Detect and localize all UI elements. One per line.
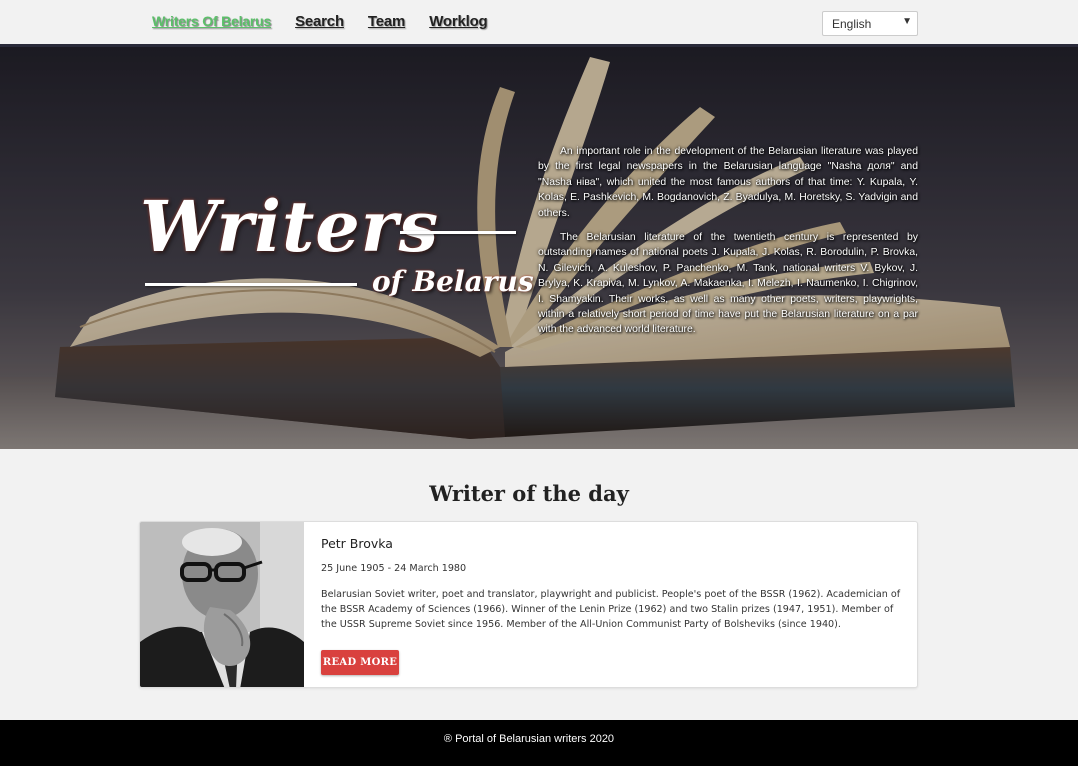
nav-link-team[interactable]: Team bbox=[368, 13, 405, 30]
hero-paragraph: The Belarusian literature of the twentie… bbox=[538, 232, 918, 336]
chevron-down-icon: ▼ bbox=[902, 16, 912, 27]
hero-banner: Writers of Belarus An important role in … bbox=[0, 47, 1078, 449]
hero-subtitle: of Belarus bbox=[372, 265, 534, 298]
section-title-writer-of-day: Writer of the day bbox=[429, 481, 629, 506]
hero-paragraph: An important role in the development of … bbox=[538, 146, 918, 219]
hero-title: Writers bbox=[140, 185, 440, 268]
main-nav: Writers Of Belarus Search Team Worklog bbox=[152, 13, 488, 30]
read-more-button[interactable]: READ MORE bbox=[321, 650, 399, 675]
writer-card: Petr Brovka 25 June 1905 - 24 March 1980… bbox=[139, 521, 918, 688]
hero-decorative-line bbox=[400, 231, 516, 234]
writer-name: Petr Brovka bbox=[321, 536, 393, 551]
page-footer: ® Portal of Belarusian writers 2020 bbox=[0, 720, 1078, 766]
nav-brand-link[interactable]: Writers Of Belarus bbox=[152, 13, 271, 30]
writer-card-body: Petr Brovka 25 June 1905 - 24 March 1980… bbox=[321, 536, 905, 632]
writer-bio: Belarusian Soviet writer, poet and trans… bbox=[321, 589, 901, 630]
hero-description: An important role in the development of … bbox=[538, 144, 918, 347]
writer-dates: 25 June 1905 - 24 March 1980 bbox=[321, 563, 467, 574]
writer-photo bbox=[140, 522, 304, 687]
top-header: Writers Of Belarus Search Team Worklog E… bbox=[0, 0, 1078, 47]
nav-link-worklog[interactable]: Worklog bbox=[429, 13, 488, 30]
language-select[interactable]: English ▼ bbox=[822, 11, 918, 36]
nav-link-search[interactable]: Search bbox=[295, 13, 344, 30]
footer-copyright: ® Portal of Belarusian writers 2020 bbox=[443, 733, 615, 745]
language-selected-value: English bbox=[832, 17, 872, 31]
hero-decorative-line bbox=[145, 283, 357, 286]
